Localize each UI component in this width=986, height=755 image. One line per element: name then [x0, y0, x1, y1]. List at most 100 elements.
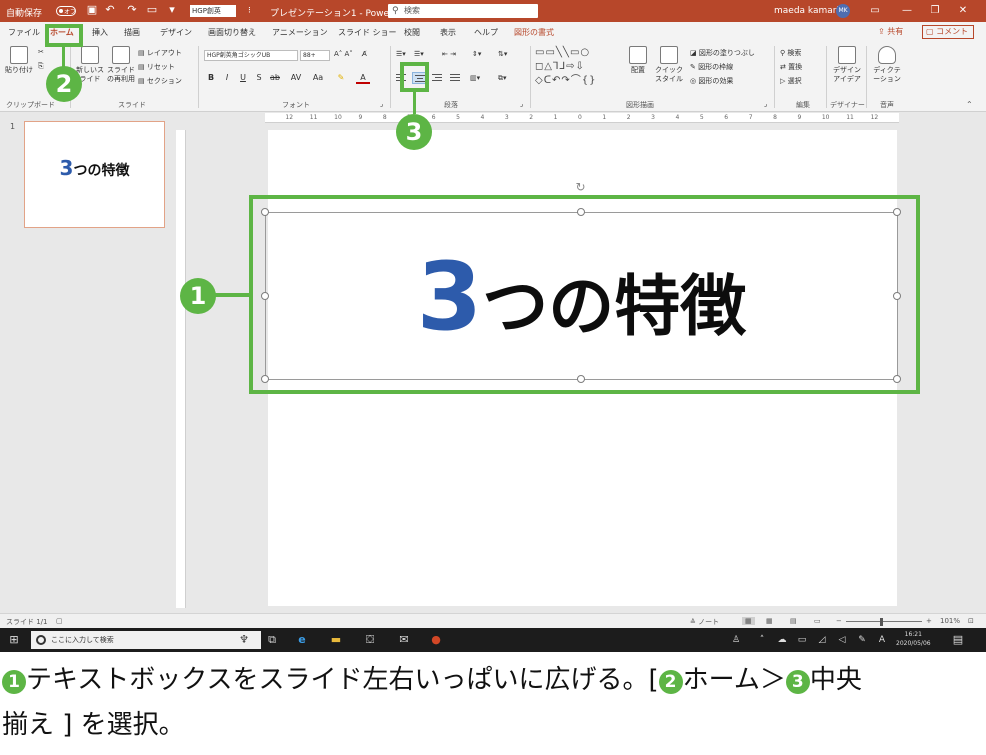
paste-button[interactable]: 貼り付け: [4, 46, 34, 75]
share-button[interactable]: ⇪ 共有: [878, 25, 912, 39]
shadow-icon[interactable]: S: [252, 72, 266, 84]
bullets-icon[interactable]: ☰▾: [396, 50, 406, 58]
title-search-box[interactable]: ⚲ 検索: [388, 4, 538, 18]
dictate-button[interactable]: ディクテーション: [870, 46, 904, 84]
highlight-icon[interactable]: ✎: [334, 72, 348, 84]
quick-font-box[interactable]: HGP創英: [190, 5, 236, 17]
tab-file[interactable]: ファイル: [8, 27, 40, 38]
tray-expand-icon[interactable]: ˄: [754, 632, 770, 648]
comment-button[interactable]: ▢ コメント: [922, 25, 974, 39]
reading-view-icon[interactable]: ▤: [790, 617, 797, 625]
mail-icon[interactable]: ✉: [396, 632, 412, 648]
tab-animations[interactable]: アニメーション: [272, 27, 328, 38]
taskbar-search-box[interactable]: ここに入力して検索: [31, 631, 261, 649]
align-right-icon[interactable]: [430, 72, 444, 84]
collapse-ribbon-icon[interactable]: ⌃: [966, 100, 973, 109]
drawing-dialog-launcher-icon[interactable]: ⌟: [764, 100, 767, 108]
tab-slideshow[interactable]: スライド ショー: [338, 27, 397, 38]
numbering-icon[interactable]: ☰▾: [414, 50, 424, 58]
slide-sorter-icon[interactable]: ▦: [766, 617, 773, 625]
notification-icon[interactable]: ▤: [950, 632, 966, 648]
pen-icon[interactable]: ✎: [854, 632, 870, 648]
ribbon-display-icon[interactable]: ▭: [866, 3, 884, 19]
select-button[interactable]: ▷ 選択: [780, 76, 802, 86]
reuse-slide-button[interactable]: スライドの再利用: [106, 46, 136, 84]
line-spacing-icon[interactable]: ⇕▾: [472, 50, 481, 58]
paragraph-dialog-launcher-icon[interactable]: ⌟: [520, 100, 523, 108]
undo-icon[interactable]: ↶: [104, 4, 116, 16]
slideshow-view-icon[interactable]: ▭: [814, 617, 821, 625]
edge-icon[interactable]: e: [294, 632, 310, 648]
font-name-box[interactable]: HGP創英角ゴシックUB: [204, 50, 298, 61]
quick-style-button[interactable]: クイック スタイル: [654, 46, 684, 84]
ime-icon[interactable]: A: [874, 632, 890, 648]
close-icon[interactable]: ✕: [954, 3, 972, 19]
font-grow-shrink-icon[interactable]: A˄ A˅: [334, 50, 353, 58]
tab-help[interactable]: ヘルプ: [474, 27, 498, 38]
arrange-button[interactable]: 配置: [624, 46, 652, 75]
replace-button[interactable]: ⇄ 置換: [780, 62, 802, 72]
vertical-ruler[interactable]: [176, 130, 186, 608]
tab-view[interactable]: 表示: [440, 27, 456, 38]
user-avatar[interactable]: MK: [836, 4, 850, 18]
shape-fill-button[interactable]: ◪ 図形の塗りつぶし: [690, 48, 755, 58]
network-icon[interactable]: ◿: [814, 632, 830, 648]
normal-view-icon[interactable]: ▦: [742, 617, 755, 625]
microphone-icon[interactable]: ♆: [236, 632, 252, 648]
battery-icon[interactable]: ▭: [794, 632, 810, 648]
justify-icon[interactable]: [448, 72, 462, 84]
shape-outline-button[interactable]: ✎ 図形の枠線: [690, 62, 733, 72]
cloud-icon[interactable]: ☁: [774, 632, 790, 648]
font-size-box[interactable]: 88+: [300, 50, 330, 61]
tab-draw[interactable]: 描画: [124, 27, 140, 38]
user-name[interactable]: maeda kamari: [774, 6, 839, 16]
qat-more-icon[interactable]: ⁝: [248, 6, 251, 16]
tab-insert[interactable]: 挿入: [92, 27, 108, 38]
font-color-icon[interactable]: A: [356, 72, 370, 84]
indent-icon[interactable]: ⇤ ⇥: [442, 50, 456, 58]
zoom-in-icon[interactable]: +: [926, 617, 932, 625]
tab-transitions[interactable]: 画面切り替え: [208, 27, 256, 38]
start-slideshow-icon[interactable]: ▭: [146, 4, 158, 16]
fit-to-window-icon[interactable]: ⊡: [968, 617, 974, 625]
char-spacing-icon[interactable]: AV: [286, 72, 306, 84]
layout-button[interactable]: ▤ レイアウト: [138, 48, 182, 58]
store-icon[interactable]: ⛋: [362, 632, 378, 648]
tab-shape-format[interactable]: 図形の書式: [514, 27, 554, 38]
notes-button[interactable]: ≙ ノート: [690, 617, 719, 627]
italic-icon[interactable]: I: [220, 72, 234, 84]
cut-icon[interactable]: ✂: [38, 48, 44, 56]
design-ideas-button[interactable]: デザイン アイデア: [830, 46, 864, 84]
maximize-icon[interactable]: ❐: [926, 3, 944, 19]
columns-icon[interactable]: ▥▾: [470, 74, 480, 82]
strikethrough-icon[interactable]: ab: [268, 72, 282, 84]
minimize-icon[interactable]: —: [898, 3, 916, 19]
powerpoint-icon[interactable]: ●: [428, 632, 444, 648]
redo-icon[interactable]: ↷: [126, 4, 138, 16]
zoom-slider-thumb[interactable]: [880, 618, 883, 626]
people-icon[interactable]: ♙: [728, 632, 744, 648]
spellcheck-icon[interactable]: ▢: [56, 617, 63, 625]
system-clock[interactable]: 16:21 2020/05/06: [896, 630, 931, 648]
file-explorer-icon[interactable]: ▬: [328, 632, 344, 648]
zoom-level[interactable]: 101%: [940, 617, 960, 625]
clear-format-icon[interactable]: A̸: [362, 50, 367, 58]
bold-icon[interactable]: B: [204, 72, 218, 84]
rotate-handle-icon[interactable]: ↻: [574, 181, 587, 194]
text-direction-icon[interactable]: ⇅▾: [498, 50, 507, 58]
font-dialog-launcher-icon[interactable]: ⌟: [380, 100, 383, 108]
shape-effect-button[interactable]: ◎ 図形の効果: [690, 76, 733, 86]
zoom-slider-track[interactable]: [846, 621, 922, 622]
zoom-out-icon[interactable]: −: [836, 617, 842, 625]
customize-qat-icon[interactable]: ▾: [166, 4, 178, 16]
tab-review[interactable]: 校閲: [404, 27, 420, 38]
windows-start-icon[interactable]: ⊞: [6, 632, 22, 648]
underline-icon[interactable]: U: [236, 72, 250, 84]
change-case-icon[interactable]: Aa: [308, 72, 328, 84]
copy-icon[interactable]: ⎘: [38, 62, 44, 71]
section-button[interactable]: ▤ セクション: [138, 76, 182, 86]
horizontal-ruler[interactable]: 1211109876543210123456789101112: [265, 113, 899, 123]
reset-button[interactable]: ▤ リセット: [138, 62, 175, 72]
tab-design[interactable]: デザイン: [160, 27, 192, 38]
save-icon[interactable]: ▣: [86, 4, 98, 16]
